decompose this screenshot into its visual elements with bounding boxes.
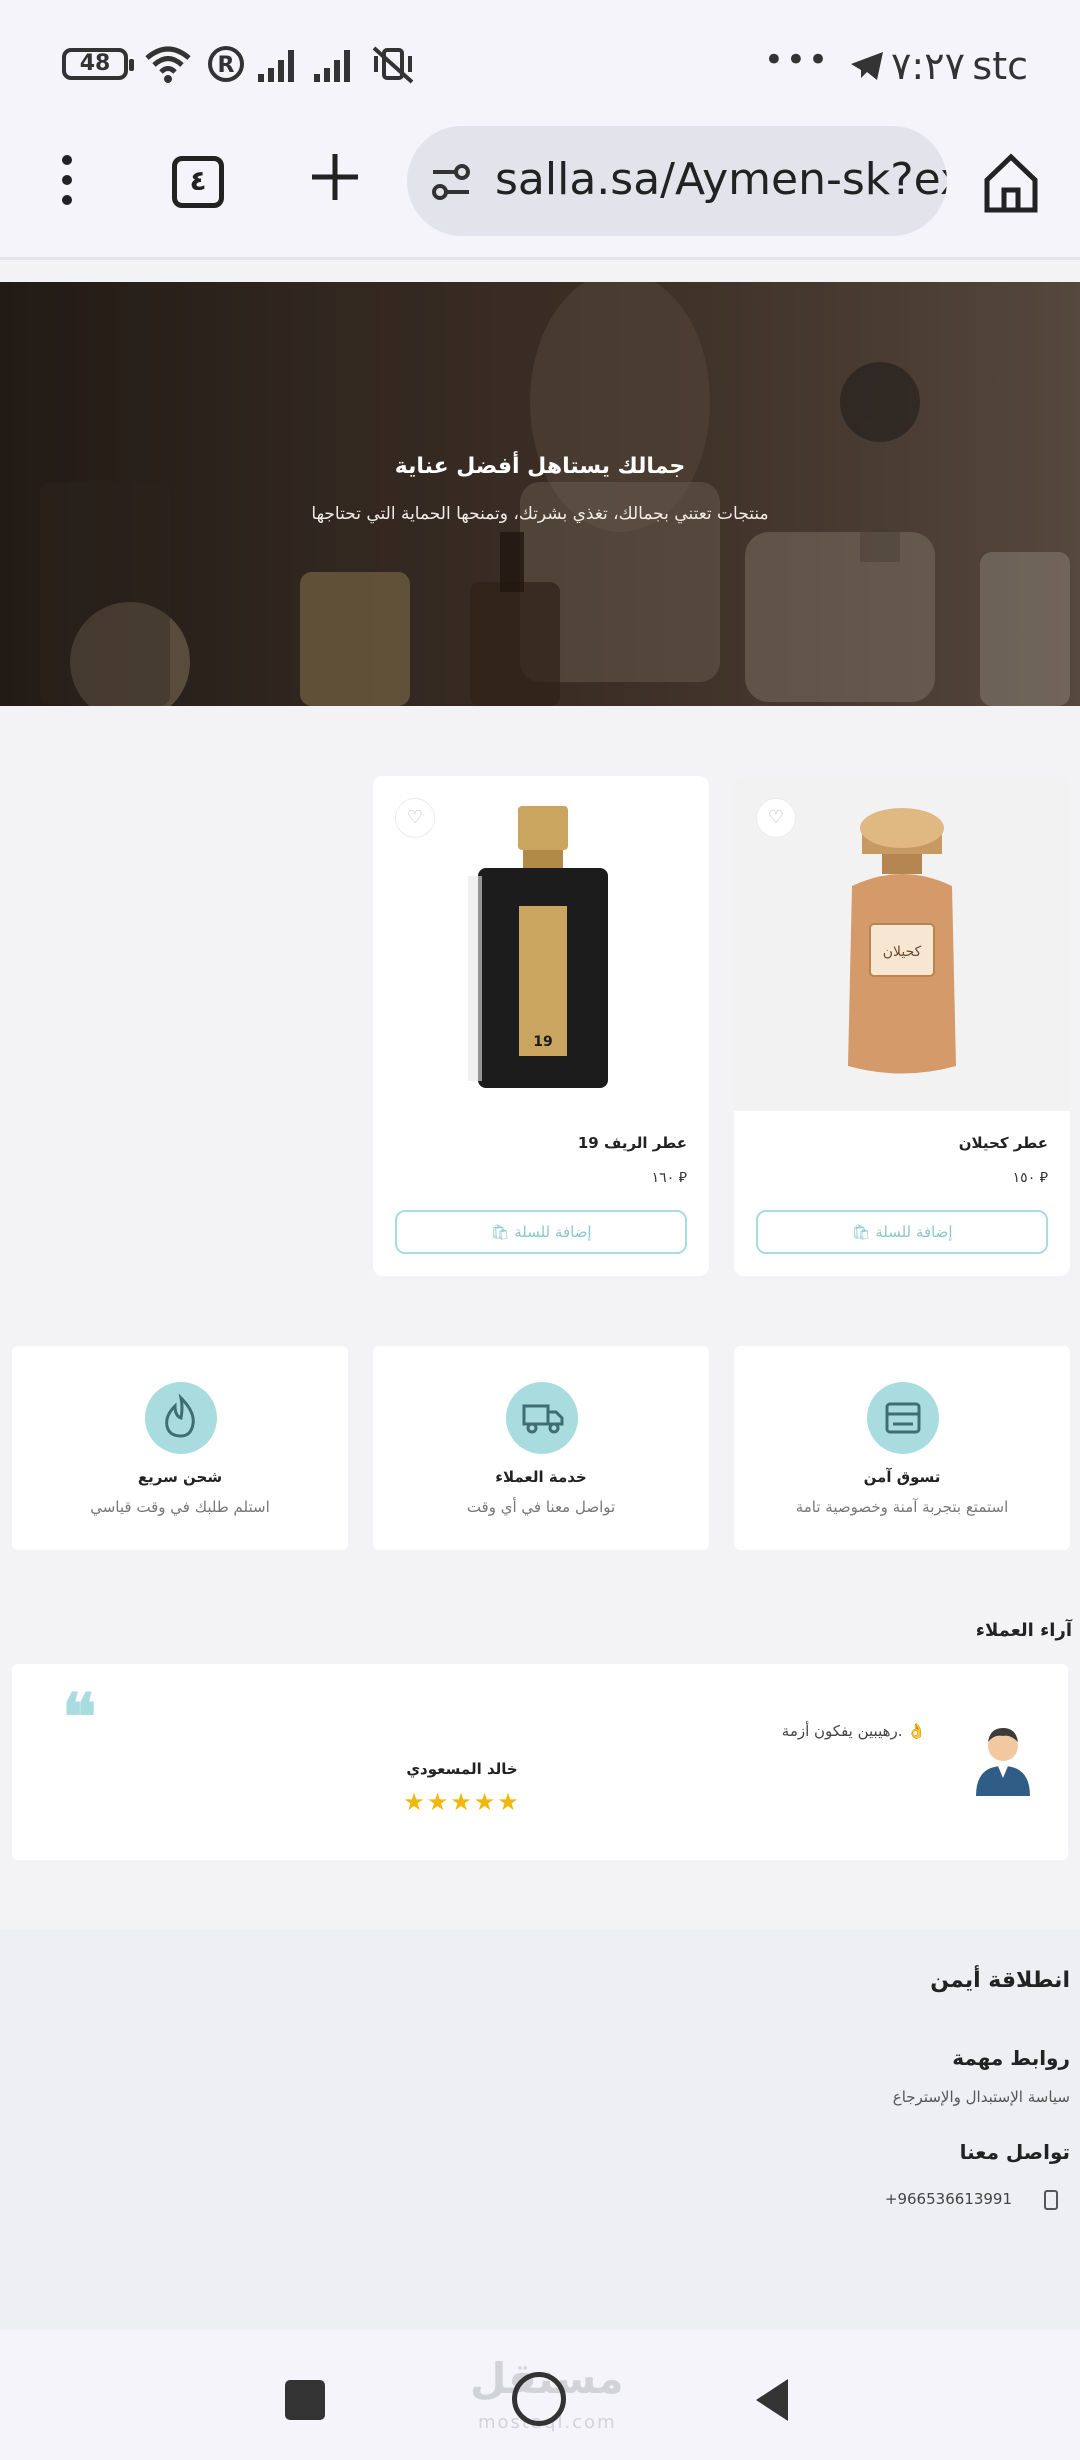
signal-icon-2 xyxy=(314,50,350,82)
feature-title: خدمة العملاء xyxy=(495,1468,587,1486)
svg-text:19: 19 xyxy=(533,1034,552,1050)
footer-link-return-policy[interactable]: سياسة الإستبدال والإسترجاع xyxy=(893,2088,1070,2106)
svg-text:كحيلان: كحيلان xyxy=(883,944,922,960)
feature-description: استمتع بتجربة آمنة وخصوصية تامة xyxy=(795,1498,1009,1516)
footer-contact-title: تواصل معنا xyxy=(959,2140,1070,2164)
store-icon xyxy=(885,1402,921,1434)
site-settings-icon[interactable] xyxy=(429,162,473,202)
home-icon[interactable] xyxy=(982,152,1040,214)
browser-toolbar: ٤ salla.sa/Aymen-sk?exp xyxy=(0,120,1080,260)
vibrate-off-icon xyxy=(372,46,414,84)
wifi-icon xyxy=(145,46,191,83)
product-name[interactable]: عطر الريف 19 xyxy=(578,1134,687,1152)
footer-store-name: انطلاقة أيمن xyxy=(930,1968,1070,1993)
feature-icon-bg xyxy=(145,1382,217,1454)
svg-text:R: R xyxy=(218,53,235,78)
product-price: ١٥٠ ⃁ xyxy=(1012,1170,1048,1186)
telegram-icon xyxy=(851,52,883,80)
wishlist-heart-icon[interactable]: ♡ xyxy=(395,798,435,838)
hero-banner: جمالك يستاهل أفضل عناية منتجات تعتني بجم… xyxy=(0,282,1080,706)
testimonial-card: ❝ رهيبين يفكون أزمة. 👌 خالد المسعودي ★★★… xyxy=(12,1664,1068,1860)
feature-title: تسوق آمن xyxy=(863,1468,941,1486)
testimonial-text: رهيبين يفكون أزمة. 👌 xyxy=(781,1722,926,1740)
cart-bag-icon: 🛍 xyxy=(490,1223,515,1241)
footer: انطلاقة أيمن روابط مهمة سياسة الإستبدال … xyxy=(0,1930,1080,2330)
feature-description: تواصل معنا في أي وقت xyxy=(466,1498,616,1516)
registered-icon: R xyxy=(208,46,244,82)
add-to-cart-button[interactable]: 🛍 إضافة للسلة xyxy=(395,1210,687,1254)
wishlist-heart-icon[interactable]: ♡ xyxy=(756,798,796,838)
back-icon[interactable] xyxy=(752,2375,792,2425)
new-tab-icon[interactable] xyxy=(308,150,362,204)
home-button[interactable] xyxy=(512,2372,566,2426)
feature-description: استلم طلبك في وقت قياسي xyxy=(90,1498,270,1516)
reviewer-name: خالد المسعودي xyxy=(406,1760,518,1778)
feature-icon-bg xyxy=(506,1382,578,1454)
clock: ٧:٢٧ xyxy=(890,44,965,88)
fire-icon xyxy=(165,1393,195,1438)
feature-title: شحن سريع xyxy=(137,1468,223,1486)
hero-background-image xyxy=(0,282,1080,706)
footer-links-title: روابط مهمة xyxy=(952,2046,1070,2070)
testimonials-title: آراء العملاء xyxy=(975,1620,1072,1641)
carrier-name: stc xyxy=(972,44,1028,88)
hero-subtitle: منتجات تعتني بجمالك، تغذي بشرتك، وتمنحها… xyxy=(311,504,769,524)
overflow-menu-icon[interactable] xyxy=(52,150,82,210)
phone-icon xyxy=(1044,2190,1058,2210)
url-text[interactable]: salla.sa/Aymen-sk?exp xyxy=(495,154,947,205)
footer-phone[interactable]: +966536613991 xyxy=(885,2190,1012,2208)
recents-button[interactable] xyxy=(285,2380,325,2420)
delivery-truck-icon xyxy=(522,1404,564,1434)
battery-icon: 48 xyxy=(62,48,134,80)
product-card-kuhailan[interactable]: كحيلان ♡ عطر كحيلان ١٥٠ ⃁ 🛍 إضافة للسلة xyxy=(734,776,1070,1276)
system-navigation-bar: مستقل mostaql.com xyxy=(0,2330,1080,2460)
feature-secure-shopping: تسوق آمن استمتع بتجربة آمنة وخصوصية تامة xyxy=(734,1346,1070,1550)
rating-stars: ★★★★★ xyxy=(403,1788,521,1816)
signal-icon-1 xyxy=(258,50,294,82)
feature-customer-service: خدمة العملاء تواصل معنا في أي وقت xyxy=(373,1346,709,1550)
add-to-cart-label: إضافة للسلة xyxy=(875,1223,953,1241)
product-price: ١٦٠ ⃁ xyxy=(651,1170,687,1186)
quote-icon: ❝ xyxy=(62,1680,97,1755)
cart-bag-icon: 🛍 xyxy=(851,1223,876,1241)
product-name[interactable]: عطر كحيلان xyxy=(959,1134,1048,1152)
tab-switcher-button[interactable]: ٤ xyxy=(172,156,224,208)
more-notifications-icon: ••• xyxy=(763,40,830,80)
product-card-alreef-19[interactable]: 19 ♡ عطر الريف 19 ١٦٠ ⃁ 🛍 إضافة للسلة xyxy=(373,776,709,1276)
address-bar[interactable]: salla.sa/Aymen-sk?exp xyxy=(407,126,947,236)
avatar xyxy=(976,1728,1030,1796)
feature-icon-bg xyxy=(867,1382,939,1454)
status-bar: 48 R ••• ٧:٢٧ stc xyxy=(0,0,1080,120)
add-to-cart-button[interactable]: 🛍 إضافة للسلة xyxy=(756,1210,1048,1254)
add-to-cart-label: إضافة للسلة xyxy=(514,1223,592,1241)
feature-fast-shipping: شحن سريع استلم طلبك في وقت قياسي xyxy=(12,1346,348,1550)
hero-title: جمالك يستاهل أفضل عناية xyxy=(394,454,686,479)
